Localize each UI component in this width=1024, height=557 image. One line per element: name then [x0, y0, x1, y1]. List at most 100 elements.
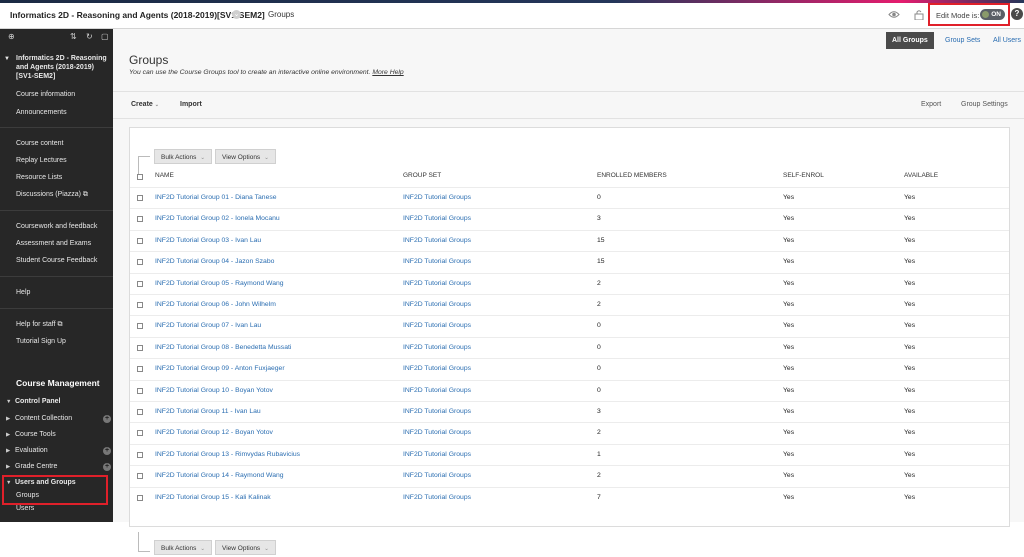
control-panel[interactable]: ▼ Control Panel — [6, 398, 61, 405]
sidebar-item-coursework[interactable]: Coursework and feedback — [16, 223, 97, 230]
tree-course-tools[interactable]: ▶ Course Tools — [6, 431, 56, 438]
collapse-caret-icon[interactable]: ▼ — [6, 399, 15, 405]
sort-icon[interactable]: ⇅ — [70, 32, 77, 41]
group-name-link[interactable]: INF2D Tutorial Group 07 - Ivan Lau — [155, 322, 261, 329]
group-set-link[interactable]: INF2D Tutorial Groups — [403, 494, 471, 501]
row-checkbox[interactable] — [137, 344, 143, 351]
tab-group-sets[interactable]: Group Sets — [939, 32, 986, 49]
group-name-link[interactable]: INF2D Tutorial Group 10 - Boyan Yotov — [155, 387, 273, 394]
group-set-link[interactable]: INF2D Tutorial Groups — [403, 472, 471, 479]
column-header-available[interactable]: AVAILABLE — [904, 172, 938, 179]
column-header-self-enrol[interactable]: SELF-ENROL — [783, 172, 824, 179]
sidebar-item-course-information[interactable]: Course information — [16, 91, 75, 98]
breadcrumb[interactable]: Groups — [268, 10, 294, 19]
lock-icon[interactable] — [913, 9, 925, 20]
student-preview-icon[interactable] — [888, 9, 900, 20]
row-checkbox[interactable] — [137, 216, 143, 223]
row-checkbox[interactable] — [137, 430, 143, 437]
row-checkbox[interactable] — [137, 494, 143, 501]
group-name-link[interactable]: INF2D Tutorial Group 15 - Kali Kalinak — [155, 494, 271, 501]
tab-all-users[interactable]: All Users — [987, 32, 1024, 49]
expand-caret-icon[interactable]: ▶ — [6, 448, 15, 454]
add-menu-item-icon[interactable]: ⊕ — [8, 32, 15, 41]
course-title[interactable]: Informatics 2D - Reasoning and Agents (2… — [10, 10, 265, 20]
group-set-link[interactable]: INF2D Tutorial Groups — [403, 408, 471, 415]
expand-plus-icon[interactable]: + — [103, 463, 111, 471]
collapse-caret-icon[interactable]: ▼ — [4, 55, 10, 64]
sidebar-item-users[interactable]: Users — [16, 505, 34, 512]
tree-grade-centre[interactable]: ▶ Grade Centre — [6, 463, 57, 470]
tree-evaluation[interactable]: ▶ Evaluation — [6, 447, 48, 454]
column-header-enrolled-members[interactable]: ENROLLED MEMBERS — [597, 172, 667, 179]
course-menu-icon[interactable]: ⌄ — [232, 10, 241, 19]
group-name-link[interactable]: INF2D Tutorial Group 02 - Ionela Mocanu — [155, 215, 280, 222]
row-checkbox[interactable] — [137, 280, 143, 287]
row-checkbox[interactable] — [137, 451, 143, 458]
group-set-link[interactable]: INF2D Tutorial Groups — [403, 301, 471, 308]
sidebar-item-announcements[interactable]: Announcements — [16, 109, 67, 116]
expand-caret-icon[interactable]: ▶ — [6, 416, 15, 422]
more-help-link[interactable]: More Help — [372, 69, 403, 76]
tree-content-collection[interactable]: ▶ Content Collection — [6, 415, 72, 422]
import-button[interactable]: Import — [180, 101, 202, 108]
group-name-link[interactable]: INF2D Tutorial Group 12 - Boyan Yotov — [155, 429, 273, 436]
refresh-icon[interactable]: ↻ — [86, 32, 93, 41]
row-checkbox[interactable] — [137, 237, 143, 244]
group-set-link[interactable]: INF2D Tutorial Groups — [403, 365, 471, 372]
group-set-link[interactable]: INF2D Tutorial Groups — [403, 387, 471, 394]
sidebar-item-help-for-staff[interactable]: Help for staff ⧉ — [16, 321, 63, 329]
group-name-link[interactable]: INF2D Tutorial Group 11 - Ivan Lau — [155, 408, 261, 415]
expand-plus-icon[interactable]: + — [103, 415, 111, 423]
row-checkbox[interactable] — [137, 259, 143, 266]
group-set-link[interactable]: INF2D Tutorial Groups — [403, 322, 471, 329]
create-button[interactable]: Create ⌄ — [131, 101, 159, 108]
row-checkbox[interactable] — [137, 323, 143, 330]
group-set-link[interactable]: INF2D Tutorial Groups — [403, 237, 471, 244]
group-set-link[interactable]: INF2D Tutorial Groups — [403, 194, 471, 201]
group-set-link[interactable]: INF2D Tutorial Groups — [403, 451, 471, 458]
bulk-actions-button[interactable]: Bulk Actions ⌄ — [154, 540, 213, 555]
sidebar-item-tutorial-signup[interactable]: Tutorial Sign Up — [16, 338, 66, 345]
view-options-button[interactable]: View Options ⌄ — [215, 149, 276, 164]
group-name-link[interactable]: INF2D Tutorial Group 09 - Anton Fuxjaege… — [155, 365, 285, 372]
sidebar-item-assessment[interactable]: Assessment and Exams — [16, 240, 91, 247]
expand-caret-icon[interactable]: ▶ — [6, 432, 15, 438]
sidebar-item-student-feedback[interactable]: Student Course Feedback — [16, 257, 97, 264]
group-name-link[interactable]: INF2D Tutorial Group 05 - Raymond Wang — [155, 280, 284, 287]
view-options-button[interactable]: View Options ⌄ — [215, 540, 276, 555]
group-set-link[interactable]: INF2D Tutorial Groups — [403, 215, 471, 222]
row-checkbox[interactable] — [137, 195, 143, 201]
group-set-link[interactable]: INF2D Tutorial Groups — [403, 429, 471, 436]
export-button[interactable]: Export — [921, 101, 941, 108]
group-name-link[interactable]: INF2D Tutorial Group 13 - Rimvydas Rubav… — [155, 451, 300, 458]
row-checkbox[interactable] — [137, 473, 143, 480]
group-name-link[interactable]: INF2D Tutorial Group 08 - Benedetta Muss… — [155, 344, 291, 351]
sidebar-course-name[interactable]: ▼ Informatics 2D - Reasoning and Agents … — [4, 54, 109, 81]
sidebar-item-course-content[interactable]: Course content — [16, 140, 63, 147]
folder-view-icon[interactable]: ▢ — [101, 32, 109, 41]
group-name-link[interactable]: INF2D Tutorial Group 06 - John Wilhelm — [155, 301, 276, 308]
tab-all-groups[interactable]: All Groups — [886, 32, 934, 49]
column-header-name[interactable]: NAME — [155, 172, 174, 179]
tree-users-and-groups[interactable]: ▼ Users and Groups — [6, 479, 76, 486]
sidebar-item-groups[interactable]: Groups — [16, 492, 39, 499]
group-set-link[interactable]: INF2D Tutorial Groups — [403, 280, 471, 287]
bulk-actions-button[interactable]: Bulk Actions ⌄ — [154, 149, 213, 164]
expand-plus-icon[interactable]: + — [103, 447, 111, 455]
group-name-link[interactable]: INF2D Tutorial Group 04 - Jazon Szabo — [155, 258, 274, 265]
select-all-checkbox[interactable] — [137, 174, 143, 180]
expand-caret-icon[interactable]: ▶ — [6, 464, 15, 470]
help-icon[interactable]: ? — [1011, 8, 1023, 20]
sidebar-item-replay-lectures[interactable]: Replay Lectures — [16, 157, 67, 164]
row-checkbox[interactable] — [137, 409, 143, 415]
group-set-link[interactable]: INF2D Tutorial Groups — [403, 344, 471, 351]
column-header-group-set[interactable]: GROUP SET — [403, 172, 441, 179]
sidebar-item-discussions[interactable]: Discussions (Piazza) ⧉ — [16, 191, 88, 199]
row-checkbox[interactable] — [137, 366, 143, 373]
group-name-link[interactable]: INF2D Tutorial Group 14 - Raymond Wang — [155, 472, 284, 479]
row-checkbox[interactable] — [137, 387, 143, 394]
group-settings-button[interactable]: Group Settings — [961, 101, 1008, 108]
group-name-link[interactable]: INF2D Tutorial Group 01 - Diana Tanese — [155, 194, 277, 201]
row-checkbox[interactable] — [137, 302, 143, 308]
collapse-caret-icon[interactable]: ▼ — [6, 480, 15, 486]
